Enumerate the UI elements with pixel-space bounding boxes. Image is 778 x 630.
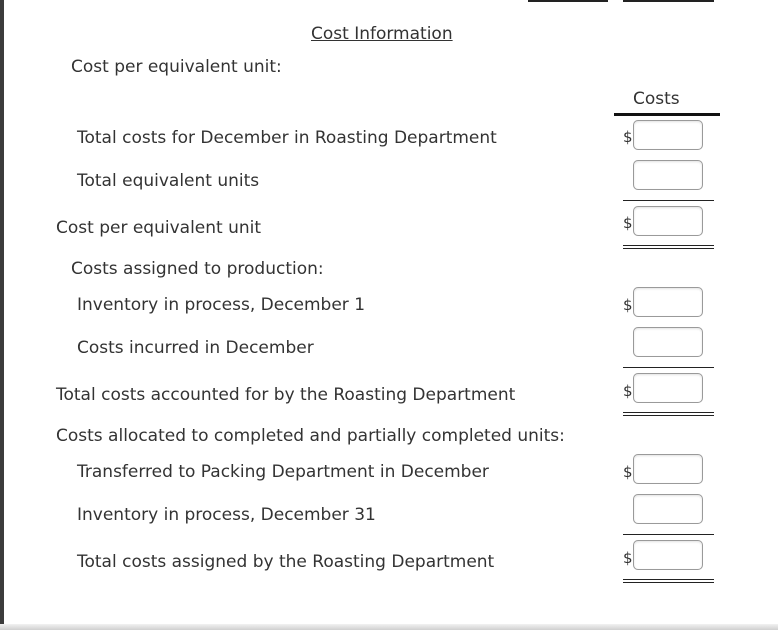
label-inventory-dec1: Inventory in process, December 1 [77,295,366,315]
dollar-sign: $ [623,214,633,232]
costs-incurred-input[interactable] [633,327,703,357]
left-border [0,0,4,630]
label-total-assigned: Total costs assigned by the Roasting Dep… [77,552,495,572]
single-rule [623,367,714,368]
inventory-dec1-input[interactable] [633,287,703,317]
label-cost-per-equivalent-unit: Cost per equivalent unit [56,218,262,238]
total-equivalent-units-input[interactable] [633,160,703,190]
total-costs-december-input[interactable] [633,120,703,150]
cost-per-unit-heading: Cost per equivalent unit: [71,57,282,77]
label-inventory-dec31: Inventory in process, December 31 [77,505,376,525]
costs-column-header: Costs [633,89,680,109]
column-header-rule [614,113,720,116]
dollar-sign: $ [623,549,633,567]
single-rule [623,534,714,535]
label-total-costs-december: Total costs for December in Roasting Dep… [77,128,497,148]
label-transferred-packing: Transferred to Packing Department in Dec… [77,462,489,482]
bottom-border [0,624,778,630]
dollar-sign: $ [623,382,633,400]
dollar-sign: $ [623,463,633,481]
costs-allocated-heading: Costs allocated to completed and partial… [56,426,565,446]
total-assigned-input[interactable] [633,540,703,570]
label-total-equivalent-units: Total equivalent units [77,171,260,191]
cost-per-equivalent-unit-input[interactable] [633,206,703,236]
dollar-sign: $ [623,128,633,146]
top-rule-left [528,0,608,2]
label-costs-incurred: Costs incurred in December [77,338,314,358]
double-rule [623,245,714,249]
dollar-sign: $ [623,296,633,314]
top-rule-right [623,0,714,2]
label-total-accounted: Total costs accounted for by the Roastin… [56,385,516,405]
inventory-dec31-input[interactable] [633,494,703,524]
total-accounted-input[interactable] [633,373,703,403]
costs-assigned-heading: Costs assigned to production: [71,259,324,279]
section-title: Cost Information [311,24,453,44]
double-rule [623,412,714,416]
transferred-packing-input[interactable] [633,454,703,484]
double-rule [623,579,714,583]
single-rule [623,200,714,201]
